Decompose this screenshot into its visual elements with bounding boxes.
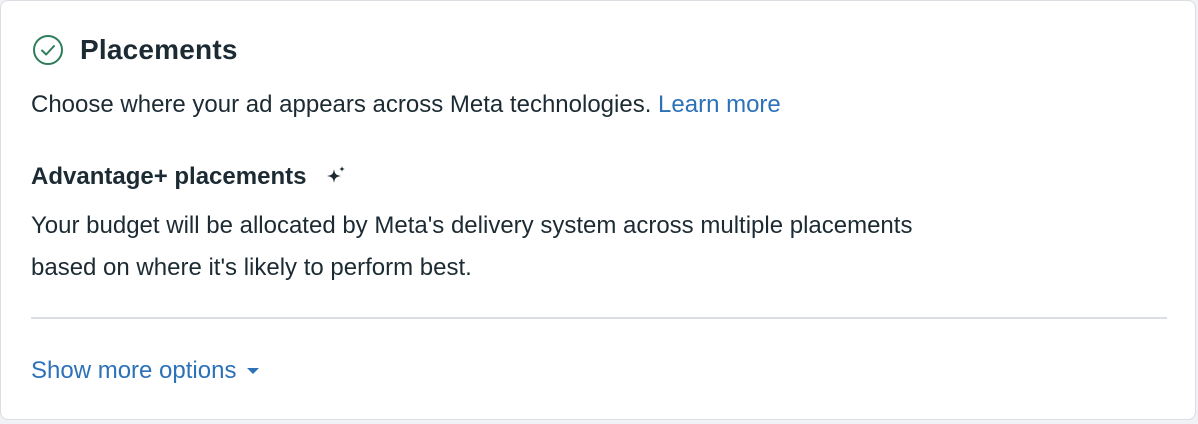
placements-card: Placements Choose where your ad appears … — [0, 0, 1196, 420]
show-more-options-label[interactable]: Show more options — [31, 357, 236, 385]
section-header: Placements — [31, 31, 238, 69]
divider — [31, 317, 1167, 319]
show-more-options-button[interactable]: Show more options — [31, 353, 260, 389]
advantage-description: Your budget will be allocated by Meta's … — [31, 212, 913, 281]
sparkle-icon — [324, 165, 348, 189]
section-title: Placements — [80, 34, 238, 65]
learn-more-link[interactable]: Learn more — [658, 91, 781, 118]
advantage-header: Advantage+ placements — [31, 159, 348, 195]
section-description-text: Choose where your ad appears across Meta… — [31, 91, 659, 118]
caret-down-icon[interactable] — [246, 364, 260, 378]
advantage-title: Advantage+ placements — [31, 163, 307, 190]
section-description: Choose where your ad appears across Meta… — [31, 87, 781, 123]
check-circle-icon — [31, 33, 65, 67]
